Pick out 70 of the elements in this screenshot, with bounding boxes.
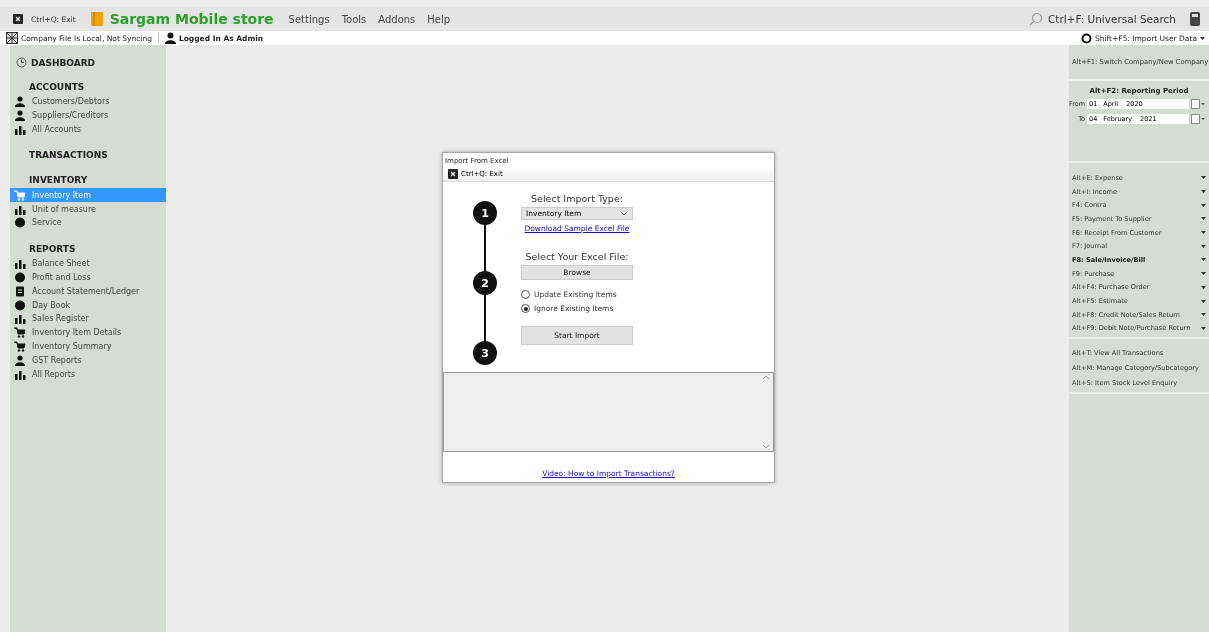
step-number: 2 xyxy=(473,271,497,295)
sidebar-item[interactable]: Account Statement/Ledger xyxy=(10,284,166,299)
section-heading: TRANSACTIONS xyxy=(28,150,109,162)
person-icon xyxy=(164,32,176,44)
calculator-icon[interactable] xyxy=(1189,12,1201,26)
cart-icon xyxy=(14,189,26,201)
close-icon xyxy=(448,169,458,179)
menu-item[interactable]: Settings xyxy=(288,13,330,25)
caret-icon xyxy=(1201,231,1206,235)
person-icon xyxy=(14,96,26,108)
cart-icon xyxy=(14,340,26,352)
caret-icon xyxy=(1200,36,1205,40)
section-heading: INVENTORY xyxy=(28,175,89,187)
step-number: 3 xyxy=(473,341,497,365)
calendar-icon[interactable] xyxy=(1191,113,1205,124)
bar-chart-icon xyxy=(14,124,26,135)
cart-icon xyxy=(14,327,26,339)
universal-search-button[interactable]: Ctrl+F: Universal Search xyxy=(1047,13,1176,25)
sidebar-item[interactable]: Suppliers/Creditors xyxy=(10,108,166,123)
disc-icon xyxy=(14,217,26,229)
section-heading: ACCOUNTS xyxy=(28,82,86,93)
sidebar-item[interactable]: Inventory Summary xyxy=(10,339,166,354)
sidebar-item[interactable]: Sales Register xyxy=(10,311,166,326)
section-heading: REPORTS xyxy=(28,243,77,255)
sidebar-item[interactable]: Day Book xyxy=(10,298,166,312)
sidebar-item[interactable]: Balance Sheet xyxy=(10,256,166,271)
calendar-icon[interactable] xyxy=(1191,98,1205,109)
caret-icon xyxy=(1201,217,1206,221)
person-icon xyxy=(14,354,26,366)
step-number: 1 xyxy=(473,201,497,225)
sidebar-item[interactable]: Profit and Loss xyxy=(10,270,166,285)
caret-icon xyxy=(1201,326,1206,330)
bar-chart-icon xyxy=(14,258,26,270)
search-icon xyxy=(1028,12,1043,26)
sidebar-item[interactable]: Service xyxy=(10,216,166,230)
dashboard-link[interactable]: DASHBOARD xyxy=(31,57,96,68)
bar-chart-icon xyxy=(14,368,26,380)
menu-item[interactable]: Tools xyxy=(341,13,367,25)
caret-icon xyxy=(1201,244,1206,248)
sidebar-item[interactable]: All Reports xyxy=(10,367,166,381)
caret-icon xyxy=(1201,272,1206,276)
chevron-down-icon xyxy=(620,211,628,216)
sidebar-item[interactable]: All Accounts xyxy=(10,122,166,137)
logo-icon xyxy=(88,11,105,27)
caret-icon xyxy=(1201,190,1206,194)
clock-icon xyxy=(16,57,27,68)
person-icon xyxy=(14,110,26,122)
disc-icon xyxy=(14,271,26,283)
bar-chart-icon xyxy=(14,313,26,325)
menu-item[interactable]: Help xyxy=(427,13,451,25)
sidebar-item[interactable]: Customers/Debtors xyxy=(10,95,166,109)
field-label: Select Import Type: xyxy=(531,193,623,204)
sidebar-item[interactable]: Unit of measure xyxy=(10,202,166,216)
caret-icon xyxy=(1201,203,1206,207)
caret-icon xyxy=(1201,299,1206,303)
document-icon xyxy=(14,285,26,297)
app-title: Sargam Mobile store xyxy=(109,11,274,27)
disc-icon xyxy=(14,299,26,311)
exit-button[interactable] xyxy=(13,14,26,24)
close-icon xyxy=(13,14,23,24)
menu-item[interactable]: Addons xyxy=(378,13,416,25)
caret-icon xyxy=(1201,313,1206,317)
bar-chart-icon xyxy=(14,203,26,215)
caret-icon xyxy=(1201,258,1206,262)
field-label: Select Your Excel File: xyxy=(525,251,629,262)
refresh-icon xyxy=(1081,32,1092,44)
sidebar-item[interactable]: GST Reports xyxy=(10,353,166,368)
sidebar-item[interactable]: Inventory Item Details xyxy=(10,325,166,340)
caret-icon xyxy=(1201,285,1206,289)
caret-icon xyxy=(1201,176,1206,180)
